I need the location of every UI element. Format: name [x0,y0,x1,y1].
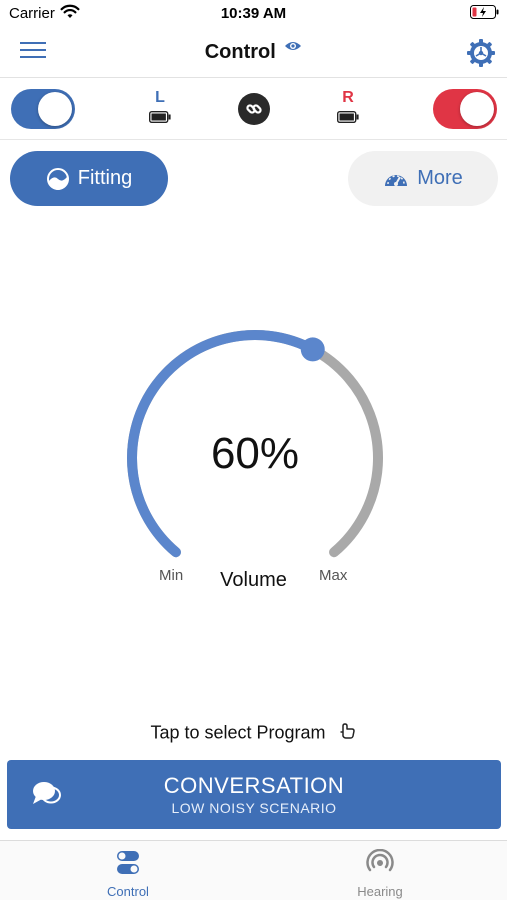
battery-icon [337,111,359,123]
right-device-status: R [333,89,363,123]
status-bar: Carrier 10:39 AM [0,0,507,28]
hand-pointer-icon [339,722,357,745]
right-device-label: R [342,89,354,106]
more-button[interactable]: More [348,151,498,206]
dial-knob [300,337,325,362]
speedometer-icon [383,168,409,190]
toggle-knob [38,92,72,126]
fitting-icon [46,167,70,191]
broadcast-icon [366,848,394,872]
left-device-toggle[interactable] [11,89,75,129]
left-device-label: L [155,89,165,106]
gear-icon [467,39,495,67]
left-device-status: L [145,89,175,123]
battery-icon [149,111,171,123]
volume-dial[interactable]: 60% [110,320,400,610]
tab-hearing[interactable]: Hearing [330,848,430,899]
status-time: 10:39 AM [220,5,287,22]
more-label: More [417,167,463,189]
settings-button[interactable] [466,38,496,68]
fitting-button[interactable]: Fitting [10,151,168,206]
tab-control-label: Control [107,884,149,899]
program-name: CONVERSATION [163,773,345,798]
link-button[interactable] [238,93,270,125]
program-scenario: LOW NOISY SCENARIO [171,800,337,816]
nav-title-group: Control [0,41,507,64]
tab-hearing-label: Hearing [357,884,403,899]
toggle-knob [460,92,494,126]
battery-charging-icon [470,5,500,24]
right-device-toggle[interactable] [433,89,497,129]
navigation-bar: Control [0,28,507,78]
tab-control[interactable]: Control [78,849,178,899]
link-icon [246,104,262,114]
eye-icon[interactable] [284,39,302,57]
toggles-icon [117,851,139,874]
volume-label: Volume [220,569,287,591]
program-prompt: Tap to select Program [0,722,507,745]
program-selector-button[interactable]: CONVERSATION LOW NOISY SCENARIO [7,760,501,829]
fitting-label: Fitting [77,167,133,189]
page-title: Control [204,41,276,63]
volume-value: 60% [210,429,300,478]
program-prompt-text: Tap to select Program [150,722,326,743]
tab-bar: Control Hearing [0,840,507,900]
